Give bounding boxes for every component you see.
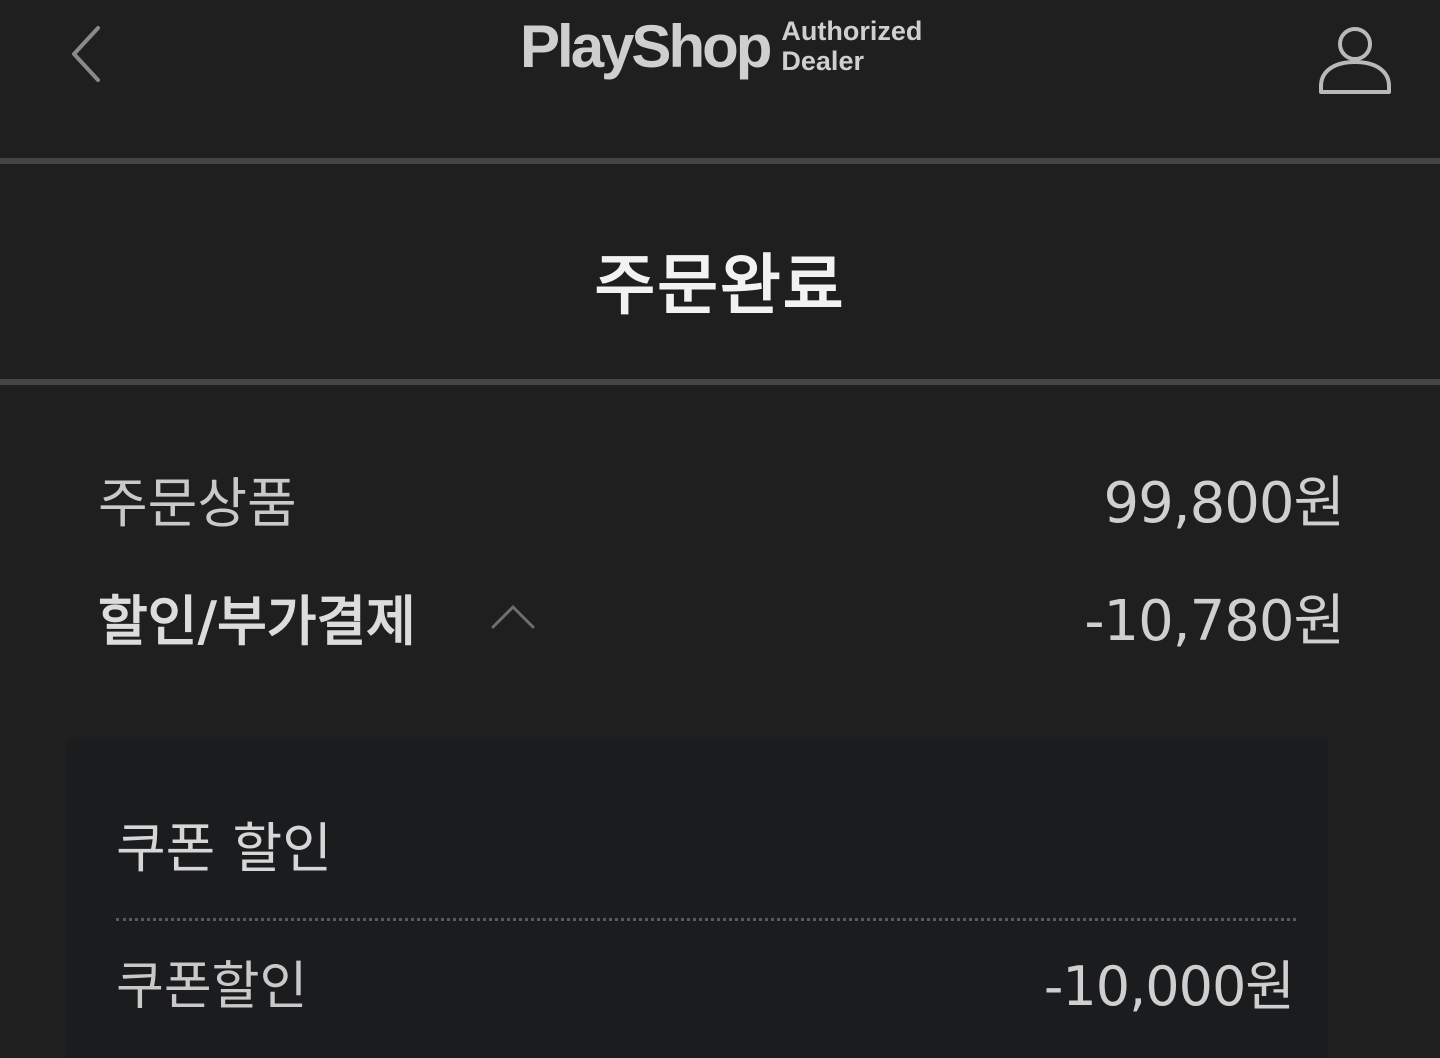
- title-divider: [0, 379, 1440, 385]
- discount-detail-panel: 쿠폰 할인 쿠폰할인 -10,000원: [66, 740, 1328, 1058]
- back-button[interactable]: [56, 18, 116, 90]
- coupon-discount-label: 쿠폰할인: [116, 956, 308, 1017]
- chevron-left-icon: [72, 26, 100, 82]
- discount-value: -10,780원: [1084, 588, 1345, 654]
- discount-label-group: 할인/부가결제: [98, 577, 538, 656]
- list-item: 쿠폰할인 -10,000원: [116, 946, 1295, 1018]
- account-button[interactable]: [1310, 20, 1400, 100]
- header-divider: [0, 158, 1440, 164]
- collapse-toggle[interactable]: [488, 596, 538, 636]
- logo-text: PlayShop: [520, 13, 772, 80]
- coupon-discount-value: -10,000원: [1043, 954, 1295, 1018]
- page-title: 주문완료: [594, 247, 846, 324]
- coupon-section-title: 쿠폰 할인: [116, 817, 332, 880]
- app-header: PlayShop Authorized Dealer: [0, 0, 1440, 160]
- logo-sub-line1: Authorized: [781, 16, 923, 46]
- logo-subtitle: Authorized Dealer: [781, 16, 922, 76]
- discount-row[interactable]: 할인/부가결제 -10,780원: [98, 577, 1345, 656]
- discount-label: 할인/부가결제: [98, 589, 416, 653]
- user-icon: [1319, 27, 1391, 94]
- logo-sub-line2: Dealer: [781, 46, 864, 76]
- order-products-row: 주문상품 99,800원: [98, 462, 1345, 536]
- chevron-up-icon: [491, 605, 535, 629]
- order-products-label: 주문상품: [98, 471, 297, 535]
- order-products-value: 99,800원: [1103, 470, 1345, 536]
- dotted-divider: [116, 918, 1296, 921]
- playshop-logo[interactable]: PlayShop Authorized Dealer: [520, 14, 922, 84]
